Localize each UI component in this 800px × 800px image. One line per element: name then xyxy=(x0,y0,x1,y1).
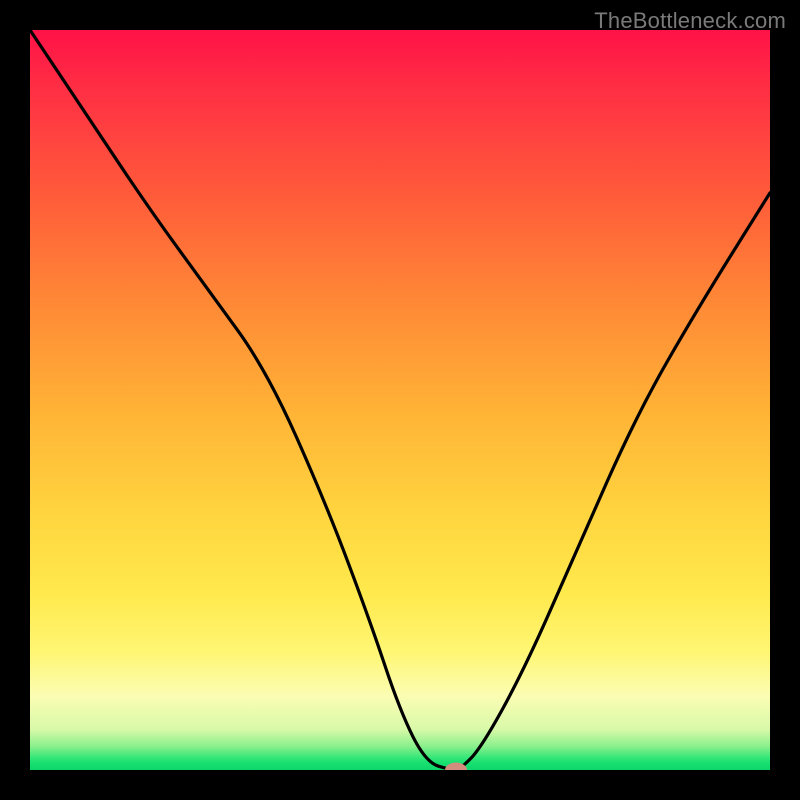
watermark-text: TheBottleneck.com xyxy=(594,8,786,34)
bottleneck-curve xyxy=(30,30,770,770)
figure-container: TheBottleneck.com xyxy=(0,0,800,800)
chart-plot-area xyxy=(30,30,770,770)
